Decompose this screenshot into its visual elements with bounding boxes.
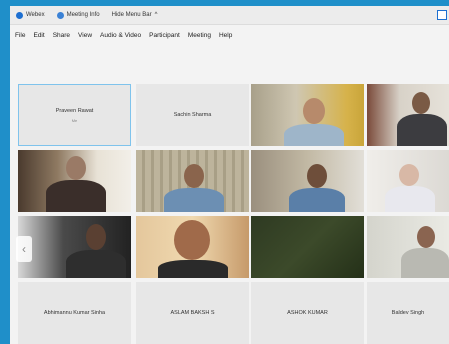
menu-participant[interactable]: Participant <box>149 32 180 39</box>
participant-face <box>66 156 86 180</box>
participant-video-tile[interactable] <box>18 216 131 278</box>
webex-window: Webex Meeting Info Hide Menu Bar ^ File … <box>10 6 449 344</box>
app-name: Webex <box>26 12 45 18</box>
participant-body <box>158 260 228 278</box>
participant-face <box>307 164 327 188</box>
participant-video-tile[interactable] <box>251 84 364 146</box>
participant-face <box>303 98 325 124</box>
chevron-left-icon: ‹ <box>22 242 26 256</box>
menu-file[interactable]: File <box>15 32 25 39</box>
participant-video-tile[interactable] <box>367 150 449 212</box>
menu-view[interactable]: View <box>78 32 92 39</box>
participant-name: Abhimannu Kumar Sinha <box>43 310 106 316</box>
participant-sub-label: Me <box>71 117 78 123</box>
video-feed <box>251 216 364 278</box>
participant-video-tile[interactable] <box>251 216 364 278</box>
title-bar: Webex Meeting Info Hide Menu Bar ^ <box>10 6 449 25</box>
chevron-up-icon: ^ <box>154 12 158 18</box>
menu-edit[interactable]: Edit <box>33 32 44 39</box>
participant-body <box>289 188 345 212</box>
menu-share[interactable]: Share <box>53 32 70 39</box>
participant-name: ASHOK KUMAR <box>287 310 328 316</box>
info-icon <box>56 11 64 19</box>
meeting-info-button[interactable]: Meeting Info <box>56 11 100 19</box>
participant-body <box>46 180 106 212</box>
participant-name: ASLAM BAKSH S <box>170 310 215 316</box>
participant-video-tile[interactable] <box>18 150 131 212</box>
participant-video-tile[interactable] <box>136 150 249 212</box>
hide-menu-bar-label: Hide Menu Bar <box>111 12 152 18</box>
participant-body <box>66 250 126 278</box>
participant-name: Sachin Sharma <box>173 112 212 118</box>
participant-video-tile[interactable] <box>367 216 449 278</box>
participant-face <box>399 164 419 186</box>
participant-tile[interactable]: Baldev Singh <box>367 282 449 344</box>
participant-body <box>397 114 447 146</box>
participant-body <box>164 188 224 212</box>
participant-video-tile[interactable] <box>367 84 449 146</box>
previous-page-button[interactable]: ‹ <box>16 236 32 262</box>
participant-tile-self[interactable]: Praveen Rawat Me <box>18 84 131 146</box>
participant-tile[interactable]: ASLAM BAKSH S <box>136 282 249 344</box>
participant-tile[interactable]: ASHOK KUMAR <box>251 282 364 344</box>
participant-video-tile[interactable] <box>136 216 249 278</box>
menu-audio-video[interactable]: Audio & Video <box>100 32 141 39</box>
participant-name: Praveen Rawat <box>55 107 94 114</box>
participant-face <box>174 220 210 260</box>
meeting-info-label: Meeting Info <box>66 12 100 18</box>
window-control-icon[interactable] <box>437 10 447 20</box>
hide-menu-bar-button[interactable]: Hide Menu Bar ^ <box>112 12 158 18</box>
participant-face <box>412 92 430 114</box>
menu-meeting[interactable]: Meeting <box>188 32 211 39</box>
participant-body <box>385 186 435 212</box>
participant-tile[interactable]: Abhimannu Kumar Sinha <box>18 282 131 344</box>
participant-grid: Praveen Rawat Me Sachin Sharma Abhimannu… <box>14 84 449 344</box>
participant-body <box>401 248 449 278</box>
webex-app-button[interactable]: Webex <box>16 11 45 19</box>
participant-face <box>417 226 435 248</box>
webex-logo-icon <box>16 11 23 19</box>
participant-video-tile[interactable] <box>251 150 364 212</box>
menu-bar: File Edit Share View Audio & Video Parti… <box>10 26 449 44</box>
participant-name: Baldev Singh <box>391 310 425 316</box>
participant-tile[interactable]: Sachin Sharma <box>136 84 249 146</box>
participant-body <box>284 124 344 146</box>
participant-face <box>86 224 106 250</box>
menu-help[interactable]: Help <box>219 32 232 39</box>
participant-face <box>184 164 204 188</box>
